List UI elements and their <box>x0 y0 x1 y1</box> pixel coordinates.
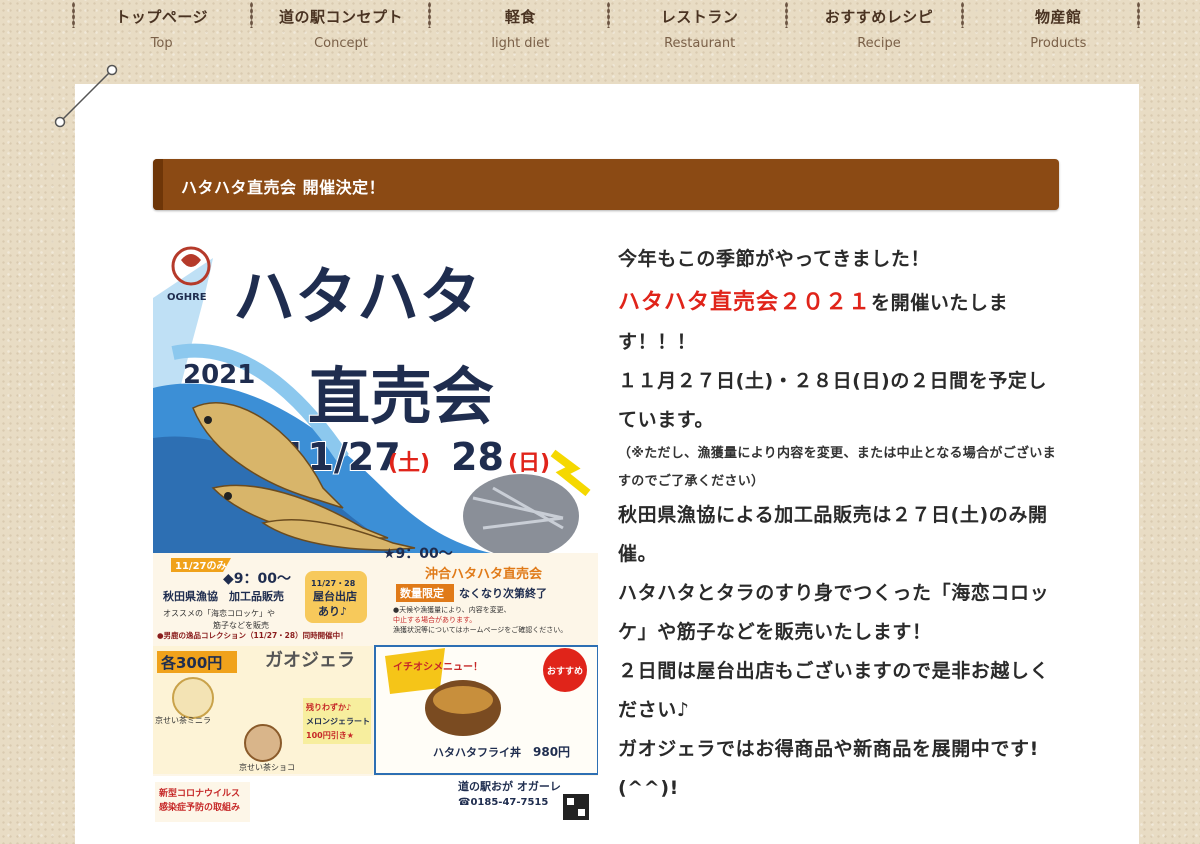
nav-item-top-sublabel: Top <box>150 36 173 51</box>
nav-item-concept-label: 道の駅コンセプト <box>278 8 403 26</box>
nav-item-products-sublabel: Products <box>1030 36 1087 51</box>
top-nav: トップページ Top 道の駅コンセプト Concept 軽食 light die… <box>72 0 1148 60</box>
poster-stall-badge2: 屋台出店 <box>313 589 357 603</box>
poster-dish-price: 980円 <box>533 745 570 759</box>
poster-phone: ☎0185-47-7515 <box>458 797 548 808</box>
article-note: （※ただし、漁獲量により内容を変更、または中止となる場合がございますのでご了承く… <box>618 446 1056 489</box>
poster-stall-badge3: あり♪ <box>318 605 347 618</box>
poster-notice1: ●天候や漁獲量により、内容を変更、 <box>393 605 511 614</box>
poster-price-each: 各300円 <box>160 654 222 672</box>
nav-item-light-diet-label: 軽食 <box>504 8 536 26</box>
nav-item-top[interactable]: トップページ Top <box>72 0 251 60</box>
qr-code-icon <box>563 794 589 820</box>
poster-collection: ●男鹿の逸品コレクション（11/27・28）同時開催中！ <box>157 630 348 640</box>
poster-melon1: 残りわずか♪ <box>306 702 351 712</box>
nav-item-restaurant[interactable]: レストラン Restaurant <box>610 0 789 60</box>
gelato-cup-icon <box>244 724 282 762</box>
poster-day2: (日) <box>508 451 550 476</box>
poster-osusume: おすすめ <box>547 666 583 677</box>
nav-item-concept[interactable]: 道の駅コンセプト Concept <box>251 0 430 60</box>
poster-notice3: 漁獲状況等についてはホームページをご確認ください。 <box>393 625 567 634</box>
poster-melon3: 100円引き★ <box>306 730 354 740</box>
poster-shop1-desc1: オススメの「海恋コロッケ」や <box>163 608 275 618</box>
pin-decoration-icon <box>54 64 118 128</box>
nav-separator <box>428 2 431 28</box>
poster-covid2: 感染症予防の取組み <box>159 801 240 813</box>
nav-item-light-diet-sublabel: light diet <box>491 36 550 51</box>
nav-item-products-label: 物産館 <box>1035 8 1082 26</box>
poster-date2: 28 <box>451 435 504 479</box>
poster-day1: (土) <box>388 451 430 476</box>
article-line-announce: ハタハタ直売会２０２１を開催いたします！！！ <box>618 283 1063 362</box>
poster-dish: ハタハタフライ丼 <box>433 745 521 759</box>
article-line-intro: 今年もこの季節がやってきました！ <box>618 248 931 270</box>
poster-time1: ◆9：00〜 <box>223 571 291 587</box>
poster-until: なくなり次第終了 <box>459 586 547 600</box>
poster-title-line1: ハタハタ <box>233 260 481 333</box>
nav-item-top-label: トップページ <box>115 8 209 26</box>
nav-item-products[interactable]: 物産館 Products <box>969 0 1148 60</box>
nav-separator <box>72 2 75 28</box>
poster-badge-only: 11/27のみ <box>175 560 226 572</box>
nav-separator <box>961 2 964 28</box>
article-line-dates: １１月２７日(土)・２８日(日)の２日間を予定しています。 <box>618 370 1048 431</box>
poster-stall-badge1: 11/27・28 <box>311 579 356 588</box>
nav-item-light-diet[interactable]: 軽食 light diet <box>431 0 610 60</box>
nav-separator <box>1137 2 1140 28</box>
poster-shop2: 沖合ハタハタ直売会 <box>425 566 543 582</box>
gelato-cup-icon <box>172 677 214 719</box>
poster-station: 道の駅おが オガーレ <box>458 779 561 793</box>
article-line-fishery: 秋田県漁協による加工品販売は２７日(土)のみ開催。 <box>618 504 1048 565</box>
poster-gelato-flavor1: 京せい茶ミニラ <box>155 715 211 725</box>
nav-item-recipe[interactable]: おすすめレシピ Recipe <box>789 0 968 60</box>
article-line-stalls: ２日間は屋台出店もございますので是非お越しください♪ <box>618 660 1050 721</box>
event-poster-image: OGHRE ハタハタ 2021 直売会 11/27 (土) 28 (日) 11/… <box>153 238 598 823</box>
nav-item-recipe-sublabel: Recipe <box>857 36 901 51</box>
nav-item-concept-sublabel: Concept <box>314 36 368 51</box>
nav-item-recipe-label: おすすめレシピ <box>824 8 934 26</box>
article-line-croquette: ハタハタとタラのすり身でつくった「海恋コロッケ」や筋子などを販売いたします！ <box>618 582 1050 643</box>
poster-shop1: 秋田県漁協 加工品販売 <box>163 589 284 603</box>
post-title: ハタハタ直売会 開催決定！ <box>181 178 386 197</box>
article-highlight: ハタハタ直売会２０２１ <box>618 290 872 315</box>
poster-covid1: 新型コロナウイルス <box>159 787 240 799</box>
poster-title-line2: 直売会 <box>308 360 494 433</box>
article-body: 今年もこの季節がやってきました！ ハタハタ直売会２０２１を開催いたします！！！ … <box>618 240 1063 808</box>
poster-limited: 数量限定 <box>400 586 444 600</box>
post-title-bar: ハタハタ直売会 開催決定！ <box>153 159 1059 210</box>
nav-item-restaurant-label: レストラン <box>660 8 739 26</box>
article-line-gelato: ガオジェラではお得商品や新商品を展開中です!(^^)! <box>618 738 1039 799</box>
poster-recommend: イチオシメニュー！ <box>393 661 483 673</box>
poster-logo-text: OGHRE <box>167 292 207 303</box>
poster-shop1-desc2: 筋子などを販売 <box>213 620 269 630</box>
poster-notice2: 中止する場合があります。 <box>393 615 476 624</box>
nav-separator <box>607 2 610 28</box>
poster-gelato: ガオジェラ <box>265 650 355 671</box>
nav-separator <box>785 2 788 28</box>
nav-item-restaurant-sublabel: Restaurant <box>664 36 736 51</box>
nav-separator <box>250 2 253 28</box>
poster-melon2: メロンジェラート <box>306 717 370 726</box>
poster-year: 2021 <box>183 360 255 390</box>
poster-time2: ★9：00〜 <box>383 546 453 562</box>
poster-gelato-flavor2: 京せい茶ショコ <box>239 762 295 772</box>
